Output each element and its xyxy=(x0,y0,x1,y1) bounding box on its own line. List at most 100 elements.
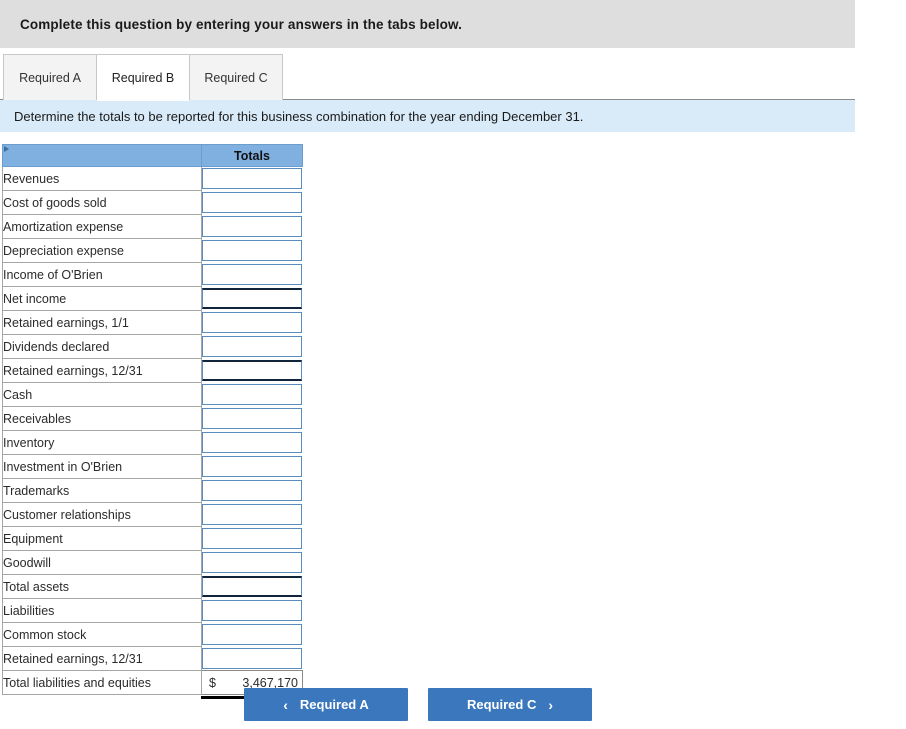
answer-cell xyxy=(201,334,303,359)
row-label: Retained earnings, 12/31 xyxy=(2,358,202,383)
answer-input[interactable] xyxy=(202,312,302,333)
requirement-banner-text: Determine the totals to be reported for … xyxy=(14,108,584,124)
row-label: Total assets xyxy=(2,574,202,599)
answer-cell xyxy=(201,190,303,215)
totals-table: Totals Revenues Cost of goods sold Amortiz… xyxy=(2,144,303,695)
answer-cell xyxy=(201,550,303,575)
table-row: Goodwill xyxy=(2,550,303,575)
row-label: Inventory xyxy=(2,430,202,455)
table-row: Cost of goods sold xyxy=(2,190,303,215)
row-label: Retained earnings, 1/1 xyxy=(2,310,202,335)
answer-cell xyxy=(201,406,303,431)
row-label: Goodwill xyxy=(2,550,202,575)
row-label: Investment in O'Brien xyxy=(2,454,202,479)
table-row: Income of O'Brien xyxy=(2,262,303,287)
tab-required-a-label: Required A xyxy=(19,70,81,85)
answer-cell xyxy=(201,214,303,239)
answer-input[interactable] xyxy=(202,360,302,381)
row-label: Dividends declared xyxy=(2,334,202,359)
answer-cell xyxy=(201,646,303,671)
table-row: Receivables xyxy=(2,406,303,431)
totals-worksheet: Totals Revenues Cost of goods sold Amortiz… xyxy=(2,144,303,699)
answer-cell xyxy=(201,166,303,191)
chevron-right-icon: › xyxy=(548,696,553,713)
tab-required-a[interactable]: Required A xyxy=(3,54,97,100)
question-instruction-text: Complete this question by entering your … xyxy=(20,16,462,32)
answer-cell xyxy=(201,574,303,599)
answer-cell xyxy=(201,454,303,479)
answer-input[interactable] xyxy=(202,528,302,549)
answer-cell xyxy=(201,478,303,503)
answer-input[interactable] xyxy=(202,408,302,429)
row-label: Cost of goods sold xyxy=(2,190,202,215)
table-row: Depreciation expense xyxy=(2,238,303,263)
table-row: Amortization expense xyxy=(2,214,303,239)
table-row: Total assets xyxy=(2,574,303,599)
question-instruction-bar: Complete this question by entering your … xyxy=(0,0,855,48)
table-row: Retained earnings, 12/31 xyxy=(2,646,303,671)
answer-cell xyxy=(201,286,303,311)
answer-input[interactable] xyxy=(202,480,302,501)
table-row: Revenues xyxy=(2,166,303,191)
answer-cell xyxy=(201,382,303,407)
row-label: Depreciation expense xyxy=(2,238,202,263)
next-button-label: Required C xyxy=(466,697,537,712)
row-label: Trademarks xyxy=(2,478,202,503)
row-label: Equipment xyxy=(2,526,202,551)
table-row: Cash xyxy=(2,382,303,407)
tab-required-c[interactable]: Required C xyxy=(189,54,283,100)
previous-required-a-button[interactable]: ‹ Required A xyxy=(244,688,408,721)
tab-required-b-label: Required B xyxy=(111,70,175,85)
answer-input[interactable] xyxy=(202,384,302,405)
row-label: Amortization expense xyxy=(2,214,202,239)
row-label: Net income xyxy=(2,286,202,311)
answer-input[interactable] xyxy=(202,288,302,309)
table-row: Net income xyxy=(2,286,303,311)
row-label: Retained earnings, 12/31 xyxy=(2,646,202,671)
row-label: Receivables xyxy=(2,406,202,431)
answer-cell xyxy=(201,430,303,455)
answer-input[interactable] xyxy=(202,600,302,621)
answer-input[interactable] xyxy=(202,504,302,525)
requirement-tabs: Required A Required B Required C xyxy=(3,54,283,101)
chevron-left-icon: ‹ xyxy=(283,696,288,713)
answer-cell xyxy=(201,238,303,263)
tab-required-b[interactable]: Required B xyxy=(96,54,190,101)
answer-input[interactable] xyxy=(202,552,302,573)
table-row: Liabilities xyxy=(2,598,303,623)
answer-input[interactable] xyxy=(202,240,302,261)
answer-cell xyxy=(201,526,303,551)
answer-input[interactable] xyxy=(202,576,302,597)
answer-input[interactable] xyxy=(202,456,302,477)
table-row: Equipment xyxy=(2,526,303,551)
answer-input[interactable] xyxy=(202,336,302,357)
table-row: Trademarks xyxy=(2,478,303,503)
requirement-tabs-container: Required A Required B Required C xyxy=(0,48,855,101)
table-row: Customer relationships xyxy=(2,502,303,527)
answer-input[interactable] xyxy=(202,168,302,190)
answer-input[interactable] xyxy=(202,432,302,453)
requirement-banner: Determine the totals to be reported for … xyxy=(0,100,855,132)
answer-cell xyxy=(201,622,303,647)
answer-cell xyxy=(201,358,303,383)
tab-navigation-footer: ‹ Required A Required C › xyxy=(0,688,906,721)
cell-marker-icon xyxy=(4,146,9,152)
next-required-c-button[interactable]: Required C › xyxy=(428,688,592,721)
row-label: Liabilities xyxy=(2,598,202,623)
answer-input[interactable] xyxy=(202,264,302,285)
answer-cell xyxy=(201,502,303,527)
answer-input[interactable] xyxy=(202,192,302,213)
table-row: Investment in O'Brien xyxy=(2,454,303,479)
answer-input[interactable] xyxy=(202,624,302,645)
previous-button-label: Required A xyxy=(299,697,369,712)
answer-input[interactable] xyxy=(202,647,302,669)
totals-table-body: Totals Revenues Cost of goods sold Amortiz… xyxy=(2,144,303,695)
header-cell-totals: Totals xyxy=(201,144,303,167)
tab-required-c-label: Required C xyxy=(204,70,268,85)
answer-cell xyxy=(201,262,303,287)
answer-input[interactable] xyxy=(202,216,302,237)
answer-cell xyxy=(201,598,303,623)
row-label: Income of O'Brien xyxy=(2,262,202,287)
row-label: Cash xyxy=(2,382,202,407)
answer-cell xyxy=(201,310,303,335)
